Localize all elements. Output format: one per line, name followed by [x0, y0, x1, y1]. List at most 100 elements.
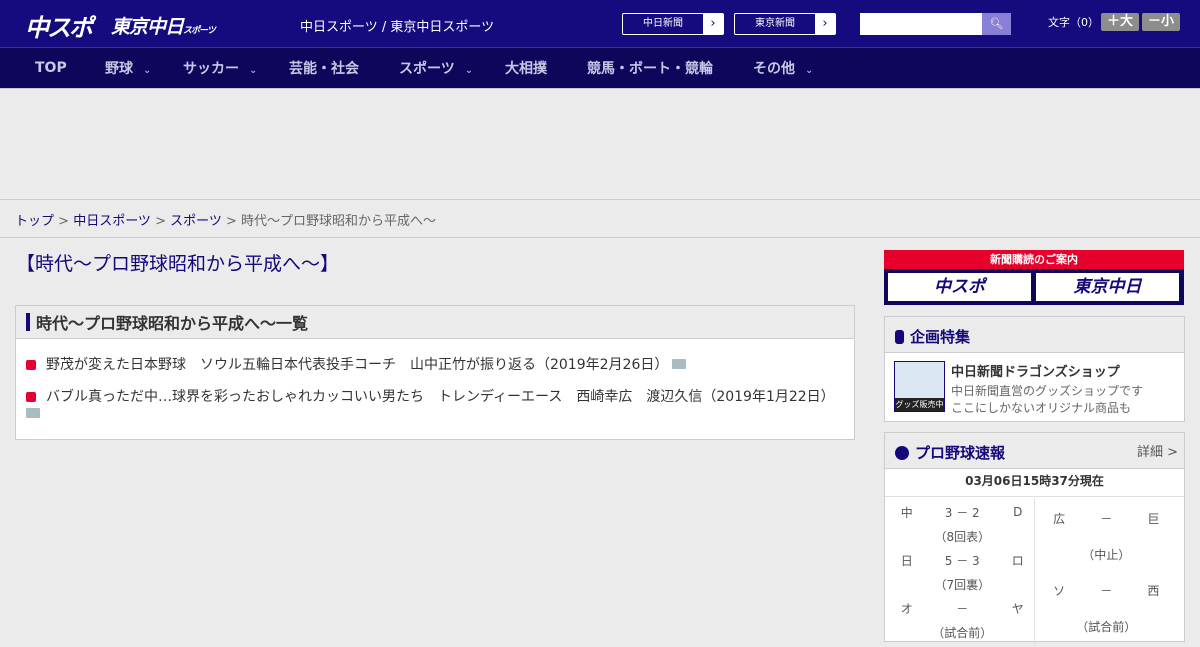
shop-title[interactable]: 中日新聞ドラゴンズショップ — [951, 361, 1143, 380]
game-status: （試合前） — [1076, 619, 1137, 634]
game-score: 5 － 3 — [944, 553, 980, 568]
ribbon-icon — [895, 330, 904, 344]
nav-other[interactable]: その他 ⌄ — [753, 58, 813, 78]
link-label: 東京新聞 — [755, 18, 795, 29]
game-score: － — [1100, 583, 1113, 598]
game-home: ソ — [1053, 583, 1066, 598]
feature-heading-text: 企画特集 — [910, 328, 971, 346]
nav-top[interactable]: TOP — [35, 60, 67, 76]
feature-panel: 企画特集 グッズ販売中 中日新聞ドラゴンズショップ 中日新聞直営のグッズショップ… — [884, 316, 1185, 422]
game-status-row: （7回裏） — [893, 573, 1032, 595]
game-status: （中止） — [1082, 547, 1131, 562]
chevron-right-icon: › — [703, 14, 723, 34]
nav-label: その他 — [753, 61, 795, 77]
nav-baseball[interactable]: 野球 ⌄ — [105, 58, 151, 78]
bullet-icon — [26, 392, 36, 402]
nav-label: 芸能・社会 — [289, 61, 359, 77]
shop-image: グッズ販売中 — [894, 361, 945, 412]
score-column-left: 中 3 － 2 D （8回表） 日 5 － 3 ロ （7回裏） オ － ヤ （試合前） — [891, 499, 1035, 645]
nav-sports[interactable]: スポーツ ⌄ — [399, 58, 473, 78]
game-score: 3 － 2 — [944, 505, 980, 520]
tokyo-chunichi-logo[interactable]: 東京中日スポーツ — [111, 12, 216, 39]
shop-image-label: グッズ販売中 — [895, 398, 944, 411]
tagline: 中日スポーツ / 東京中日スポーツ — [300, 20, 495, 35]
breadcrumb: トップ > 中日スポーツ > スポーツ > 時代～プロ野球昭和から平成へ～ — [0, 200, 1200, 238]
game-home: 広 — [1053, 511, 1066, 526]
list-item[interactable]: 野茂が変えた日本野球 ソウル五輪日本代表投手コーチ 山中正竹が振り返る（2019… — [26, 354, 687, 374]
game-score: － — [1100, 511, 1113, 526]
breadcrumb-current: 時代～プロ野球昭和から平成へ～ — [241, 214, 437, 229]
game-status-row: （試合前） — [893, 621, 1032, 643]
shop-desc-1: 中日新聞直営のグッズショップです — [951, 384, 1144, 398]
logo-sub: スポーツ — [183, 26, 216, 36]
game-row[interactable]: ソ － 西 — [1037, 573, 1176, 607]
nav-label: 大相撲 — [505, 61, 547, 77]
game-away: 巨 — [1147, 511, 1160, 526]
game-away: ヤ — [1011, 601, 1024, 616]
nav-label: TOP — [35, 60, 67, 76]
nav-soccer[interactable]: サッカー ⌄ — [183, 58, 257, 78]
nav-label: スポーツ — [399, 61, 455, 77]
score-column-right: 広 － 巨 （中止） ソ － 西 （試合前） — [1035, 499, 1178, 645]
baseball-icon — [895, 446, 909, 460]
breadcrumb-sports[interactable]: スポーツ — [170, 214, 222, 229]
subscribe-chuspo-button[interactable]: 中スポ — [888, 273, 1031, 301]
logo-text: 東京中日 — [111, 16, 184, 38]
game-row[interactable]: オ － ヤ — [893, 597, 1032, 619]
game-status: （7回裏） — [934, 577, 991, 592]
game-away: 西 — [1147, 583, 1160, 598]
game-row[interactable]: 中 3 － 2 D — [893, 501, 1032, 523]
game-status-row: （中止） — [1037, 537, 1176, 571]
chuspo-logo[interactable]: 中スポ — [25, 8, 93, 43]
list-item-title[interactable]: 野茂が変えた日本野球 ソウル五輪日本代表投手コーチ 山中正竹が振り返る（2019… — [46, 357, 668, 373]
update-time: 03月06日15時37分現在 — [885, 469, 1184, 497]
subscription-banner: 新聞購読のご案内 中スポ 東京中日 — [884, 250, 1184, 305]
game-away: ロ — [1011, 553, 1024, 568]
shop-desc-2: ここにしかないオリジナル商品も — [951, 401, 1132, 415]
site-header: 中スポ 東京中日スポーツ 中日スポーツ / 東京中日スポーツ 中日新聞 › 東京新… — [0, 0, 1200, 48]
nav-label: 競馬・ボート・競輪 — [587, 61, 713, 77]
game-status: （試合前） — [932, 625, 993, 640]
page-title: 【時代～プロ野球昭和から平成へ～】 — [16, 253, 340, 275]
nav-racing[interactable]: 競馬・ボート・競輪 — [587, 58, 713, 78]
nav-label: 野球 — [105, 61, 133, 77]
game-row[interactable]: 広 － 巨 — [1037, 501, 1176, 535]
font-smaller-button[interactable]: －小 — [1142, 13, 1180, 31]
detail-link[interactable]: 詳細 > — [1137, 441, 1178, 460]
game-score: － — [956, 601, 969, 616]
subscription-label: 新聞購読のご案内 — [884, 250, 1184, 269]
list-heading-text: 時代～プロ野球昭和から平成へ～一覧 — [36, 314, 309, 333]
font-size-label: 文字（0） — [1048, 16, 1099, 29]
chevron-down-icon: ⌄ — [249, 65, 258, 76]
baseball-scores-panel: プロ野球速報 詳細 > 03月06日15時37分現在 中 3 － 2 D （8回表） 日 5… — [884, 432, 1185, 645]
nav-sumo[interactable]: 大相撲 — [505, 58, 547, 78]
game-home: 日 — [900, 553, 913, 568]
camera-icon — [26, 408, 40, 418]
search-input[interactable] — [860, 13, 982, 35]
game-status-row: （8回表） — [893, 525, 1032, 547]
game-status-row: （試合前） — [1037, 609, 1176, 643]
game-row[interactable]: 日 5 － 3 ロ — [893, 549, 1032, 571]
chunichi-shimbun-link[interactable]: 中日新聞 › — [622, 13, 724, 35]
breadcrumb-sep: > — [150, 214, 171, 229]
breadcrumb-sep: > — [54, 214, 74, 229]
score-grid: 中 3 － 2 D （8回表） 日 5 － 3 ロ （7回裏） オ － ヤ （試合前） 広 － 巨 （中止）… — [885, 497, 1184, 647]
search-icon[interactable]: 🔍︎ — [982, 13, 1011, 35]
nav-label: サッカー — [183, 61, 239, 77]
list-item-title[interactable]: バブル真っただ中…球界を彩ったおしゃれカッコいい男たち トレンディーエース 西崎… — [46, 389, 835, 405]
ad-area — [0, 89, 1200, 200]
chevron-right-icon: › — [815, 14, 835, 34]
baseball-heading: プロ野球速報 詳細 > — [885, 433, 1184, 469]
list-item[interactable]: バブル真っただ中…球界を彩ったおしゃれカッコいい男たち トレンディーエース 西崎… — [26, 386, 846, 422]
article-list: 時代～プロ野球昭和から平成へ～一覧 野茂が変えた日本野球 ソウル五輪日本代表投手… — [15, 305, 855, 440]
shop-item[interactable]: グッズ販売中 中日新聞ドラゴンズショップ 中日新聞直営のグッズショップです ここ… — [885, 353, 1184, 424]
search-box: 🔍︎ — [860, 13, 1011, 35]
subscribe-tokyo-button[interactable]: 東京中日 — [1036, 273, 1179, 301]
breadcrumb-sep: > — [221, 214, 242, 229]
camera-icon — [672, 359, 687, 369]
tokyo-shimbun-link[interactable]: 東京新聞 › — [734, 13, 836, 35]
nav-entertainment[interactable]: 芸能・社会 — [289, 58, 359, 78]
breadcrumb-top[interactable]: トップ — [15, 214, 54, 229]
breadcrumb-chunichi-sports[interactable]: 中日スポーツ — [73, 214, 151, 229]
font-larger-button[interactable]: ＋大 — [1101, 13, 1139, 31]
